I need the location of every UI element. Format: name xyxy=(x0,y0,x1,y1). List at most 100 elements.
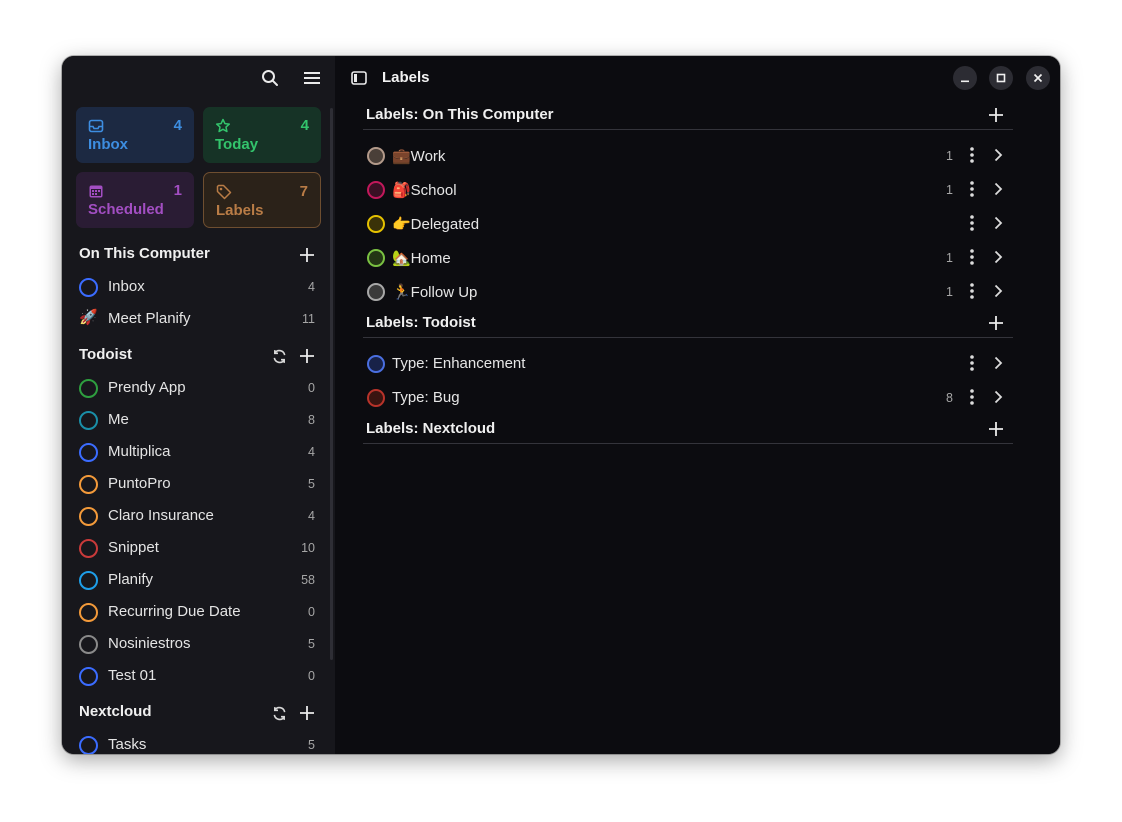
chevron-right-icon xyxy=(994,148,1002,162)
label-color-ring xyxy=(367,181,385,199)
label-menu-button[interactable] xyxy=(961,178,983,200)
label-menu-button[interactable] xyxy=(961,386,983,408)
project-name: Inbox xyxy=(108,278,145,295)
project-item[interactable]: Tasks 5 xyxy=(76,730,318,754)
group-divider xyxy=(363,129,1013,130)
label-open-button[interactable] xyxy=(987,212,1009,234)
project-count: 4 xyxy=(308,509,315,523)
project-item[interactable]: Nosiniestros 5 xyxy=(76,629,318,659)
label-count: 8 xyxy=(946,391,953,405)
label-row[interactable]: 🏡Home 1 xyxy=(363,241,1013,275)
sync-todoist-button[interactable] xyxy=(268,345,290,367)
label-menu-button[interactable] xyxy=(961,352,983,374)
more-vertical-icon xyxy=(970,215,974,231)
project-color-ring xyxy=(79,603,98,622)
label-name: 🏃Follow Up xyxy=(392,284,478,301)
label-open-button[interactable] xyxy=(987,386,1009,408)
sidebar: 4 Inbox 4 Today 1 Scheduled 7 Labels On … xyxy=(62,56,335,754)
add-label-button[interactable] xyxy=(985,104,1007,126)
label-open-button[interactable] xyxy=(987,144,1009,166)
sync-icon xyxy=(273,349,285,363)
project-color-ring xyxy=(79,411,98,430)
label-row[interactable]: Type: Bug 8 xyxy=(363,381,1013,415)
label-name: 💼Work xyxy=(392,148,446,165)
project-item[interactable]: Test 01 0 xyxy=(76,661,318,691)
project-list: On This Computer Inbox 4 🚀 Meet Planify … xyxy=(62,238,335,754)
label-row[interactable]: 👉Delegated xyxy=(363,207,1013,241)
search-icon xyxy=(262,70,278,86)
project-color-ring xyxy=(79,379,98,398)
project-item[interactable]: Recurring Due Date 0 xyxy=(76,597,318,627)
project-color-ring xyxy=(79,571,98,590)
add-label-button[interactable] xyxy=(985,312,1007,334)
label-menu-button[interactable] xyxy=(961,280,983,302)
project-color-ring xyxy=(79,539,98,558)
inbox-filter[interactable]: 4 Inbox xyxy=(76,107,194,163)
chevron-right-icon xyxy=(994,216,1002,230)
label-menu-button[interactable] xyxy=(961,246,983,268)
label-menu-button[interactable] xyxy=(961,144,983,166)
project-count: 4 xyxy=(308,280,315,294)
section-title-local: On This Computer xyxy=(79,245,210,262)
scheduled-filter-count: 1 xyxy=(173,182,182,199)
project-color-ring xyxy=(79,507,98,526)
today-filter[interactable]: 4 Today xyxy=(203,107,321,163)
project-item[interactable]: Prendy App 0 xyxy=(76,373,318,403)
project-count: 5 xyxy=(308,738,315,752)
label-row[interactable]: 🎒School 1 xyxy=(363,173,1013,207)
label-row[interactable]: 💼Work 1 xyxy=(363,139,1013,173)
project-item[interactable]: Claro Insurance 4 xyxy=(76,501,318,531)
labels-filter-count: 7 xyxy=(299,183,308,200)
project-item[interactable]: PuntoPro 5 xyxy=(76,469,318,499)
section-title-todoist: Todoist xyxy=(79,346,133,363)
plus-icon xyxy=(300,248,314,262)
project-name: Tasks xyxy=(108,736,147,753)
label-open-button[interactable] xyxy=(987,280,1009,302)
label-open-button[interactable] xyxy=(987,178,1009,200)
maximize-button[interactable] xyxy=(989,66,1013,90)
project-count: 8 xyxy=(308,413,315,427)
add-label-button[interactable] xyxy=(985,418,1007,440)
main-content: Labels Labels: On This Computer 💼Work 1 … xyxy=(335,56,1060,754)
app-window: 4 Inbox 4 Today 1 Scheduled 7 Labels On … xyxy=(62,56,1060,754)
label-open-button[interactable] xyxy=(987,352,1009,374)
scheduled-filter[interactable]: 1 Scheduled xyxy=(76,172,194,228)
project-name: Nosiniestros xyxy=(108,635,191,652)
today-filter-count: 4 xyxy=(300,117,309,134)
label-row[interactable]: 🏃Follow Up 1 xyxy=(363,275,1013,309)
main-menu-button[interactable] xyxy=(298,64,326,92)
plus-icon xyxy=(989,422,1003,436)
add-project-todoist-button[interactable] xyxy=(296,345,318,367)
tag-icon xyxy=(216,184,232,200)
more-vertical-icon xyxy=(970,181,974,197)
sync-nextcloud-button[interactable] xyxy=(268,702,290,724)
minimize-button[interactable] xyxy=(953,66,977,90)
chevron-right-icon xyxy=(994,250,1002,264)
chevron-right-icon xyxy=(994,182,1002,196)
add-project-nextcloud-button[interactable] xyxy=(296,702,318,724)
chevron-right-icon xyxy=(994,356,1002,370)
close-button[interactable] xyxy=(1026,66,1050,90)
project-item[interactable]: Me 8 xyxy=(76,405,318,435)
label-menu-button[interactable] xyxy=(961,212,983,234)
labels-filter[interactable]: 7 Labels xyxy=(203,172,321,228)
project-item[interactable]: Multiplica 4 xyxy=(76,437,318,467)
plus-icon xyxy=(300,706,314,720)
inbox-icon xyxy=(88,119,104,133)
label-row[interactable]: Type: Enhancement xyxy=(363,347,1013,381)
star-icon xyxy=(215,118,231,133)
search-button[interactable] xyxy=(256,64,284,92)
project-item[interactable]: 🚀 Meet Planify 11 xyxy=(76,304,318,334)
label-open-button[interactable] xyxy=(987,246,1009,268)
project-item[interactable]: Snippet 10 xyxy=(76,533,318,563)
project-count: 10 xyxy=(301,541,315,555)
label-group-title: Labels: On This Computer xyxy=(366,106,554,123)
project-item[interactable]: Inbox 4 xyxy=(76,272,318,302)
add-project-local-button[interactable] xyxy=(296,244,318,266)
project-count: 58 xyxy=(301,573,315,587)
toggle-sidebar-button[interactable] xyxy=(345,64,373,92)
project-item[interactable]: Planify 58 xyxy=(76,565,318,595)
sidebar-header xyxy=(62,56,335,100)
sidebar-scrollbar[interactable] xyxy=(330,108,333,660)
label-name: Type: Bug xyxy=(392,389,460,406)
